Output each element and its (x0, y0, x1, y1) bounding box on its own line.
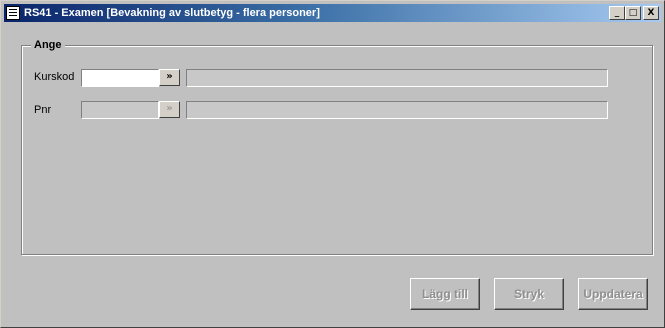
window-title: RS41 - Examen [Bevakning av slutbetyg - … (24, 7, 320, 19)
main-window: RS41 - Examen [Bevakning av slutbetyg - … (0, 0, 665, 328)
kurskod-lookup-button[interactable]: » (159, 69, 180, 86)
add-button[interactable]: Lägg till (410, 278, 480, 310)
groupbox-legend: Ange (31, 39, 65, 51)
update-button[interactable]: Uppdatera (578, 278, 648, 310)
kurskod-input[interactable] (81, 69, 159, 87)
title-bar[interactable]: RS41 - Examen [Bevakning av slutbetyg - … (4, 4, 661, 22)
pnr-lookup-button[interactable]: » (159, 101, 180, 118)
pnr-label: Pnr (34, 104, 52, 116)
maximize-button[interactable]: □ (625, 6, 641, 20)
close-button[interactable]: X (643, 6, 659, 20)
kurskod-label: Kurskod (34, 71, 75, 83)
window-controls: _ □ X (609, 6, 659, 20)
pnr-description-field (186, 101, 608, 119)
pnr-input[interactable] (81, 101, 159, 119)
kurskod-description-field (186, 69, 608, 87)
app-icon[interactable] (6, 6, 20, 20)
delete-button[interactable]: Stryk (494, 278, 564, 310)
minimize-button[interactable]: _ (609, 6, 625, 20)
